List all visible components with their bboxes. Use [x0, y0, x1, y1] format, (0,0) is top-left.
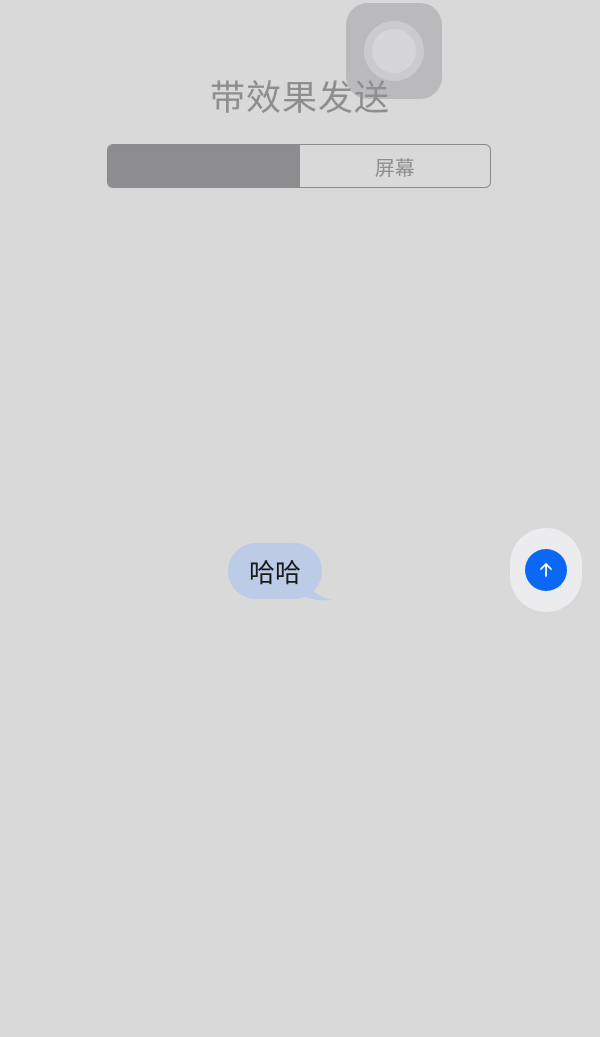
send-button[interactable]: [525, 549, 567, 591]
send-control: [510, 528, 582, 612]
arrow-up-icon: [540, 563, 552, 577]
assistive-touch-icon: [364, 21, 424, 81]
bubble-tail: [304, 570, 332, 601]
segment-screen[interactable]: 屏幕: [298, 145, 491, 187]
page-title: 带效果发送: [209, 79, 390, 119]
message-text: 哈哈: [248, 558, 301, 589]
effect-segmented-control: 屏幕: [107, 144, 491, 188]
segment-bubble[interactable]: [108, 145, 299, 187]
